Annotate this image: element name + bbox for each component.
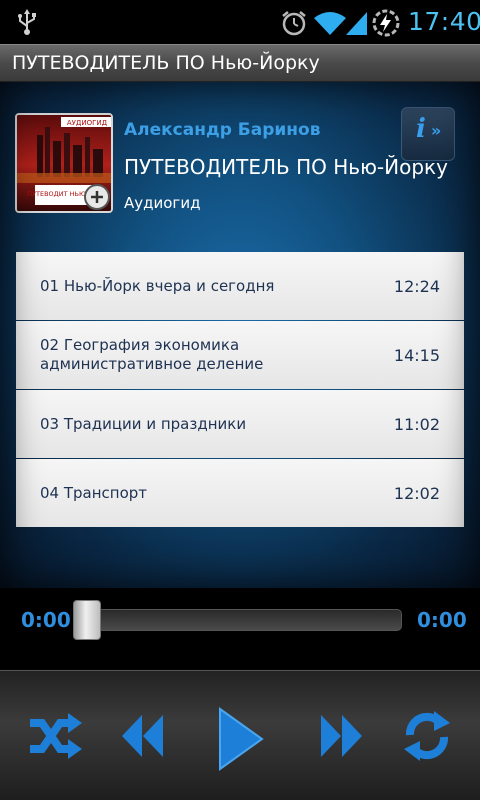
repeat-icon[interactable] (402, 709, 452, 763)
track-name: 04 Транспорт (40, 483, 148, 502)
track-name: 02 География экономика административное … (40, 336, 264, 373)
alarm-icon (282, 11, 306, 36)
shuffle-icon[interactable] (28, 711, 84, 761)
page-title: ПУТЕВОДИТЕЛЬ ПО Нью-Йорку (12, 52, 320, 74)
chevron-right-icon: » (431, 121, 442, 140)
wifi-icon (314, 12, 346, 35)
progress-area: 0:00 0:00 (0, 588, 480, 670)
album-panel: АУДИОГИД ПУТЕВОДИТ НЬЮ-ЙОРК Александр Ба… (0, 82, 480, 588)
album-cover[interactable]: АУДИОГИД ПУТЕВОДИТ НЬЮ-ЙОРК (15, 113, 113, 213)
track-name: 01 Нью-Йорк вчера и сегодня (40, 276, 275, 295)
title-bar: ПУТЕВОДИТЕЛЬ ПО Нью-Йорку (0, 44, 480, 82)
track-row[interactable]: 04 Транспорт 12:02 (16, 459, 464, 527)
seek-bar[interactable] (76, 609, 402, 631)
album-title: ПУТЕВОДИТЕЛЬ ПО Нью-Йорку (124, 155, 448, 179)
cover-brand: АУДИОГИД (67, 119, 108, 127)
total-time: 0:00 (417, 608, 467, 632)
play-icon[interactable] (216, 707, 264, 771)
current-time: 0:00 (21, 608, 71, 632)
track-name: 03 Традиции и праздники (40, 414, 247, 433)
cover-art-image: АУДИОГИД ПУТЕВОДИТ НЬЮ-ЙОРК (17, 115, 111, 211)
rewind-icon[interactable] (120, 713, 164, 759)
fast-forward-icon[interactable] (320, 713, 364, 759)
playback-controls (0, 670, 480, 800)
track-duration: 12:02 (393, 483, 440, 503)
track-duration: 12:24 (393, 276, 440, 296)
track-duration: 11:02 (393, 414, 440, 434)
album-author: Александр Баринов (124, 120, 321, 140)
seek-thumb[interactable] (73, 600, 101, 640)
track-row[interactable]: 02 География экономика административное … (16, 321, 464, 389)
track-list: 01 Нью-Йорк вчера и сегодня 12:24 02 Гео… (16, 252, 464, 528)
info-button[interactable]: i » (401, 107, 455, 161)
battery-charging-icon (372, 9, 400, 37)
track-row[interactable]: 01 Нью-Йорк вчера и сегодня 12:24 (16, 252, 464, 320)
info-icon: i (416, 114, 426, 144)
album-genre: Аудиогид (124, 194, 201, 212)
track-row[interactable]: 03 Традиции и праздники 11:02 (16, 390, 464, 458)
status-clock: 17:40 (408, 7, 480, 36)
signal-icon (346, 12, 367, 35)
usb-icon (18, 9, 36, 35)
status-bar: 17:40 (0, 0, 480, 44)
track-duration: 14:15 (393, 345, 440, 365)
